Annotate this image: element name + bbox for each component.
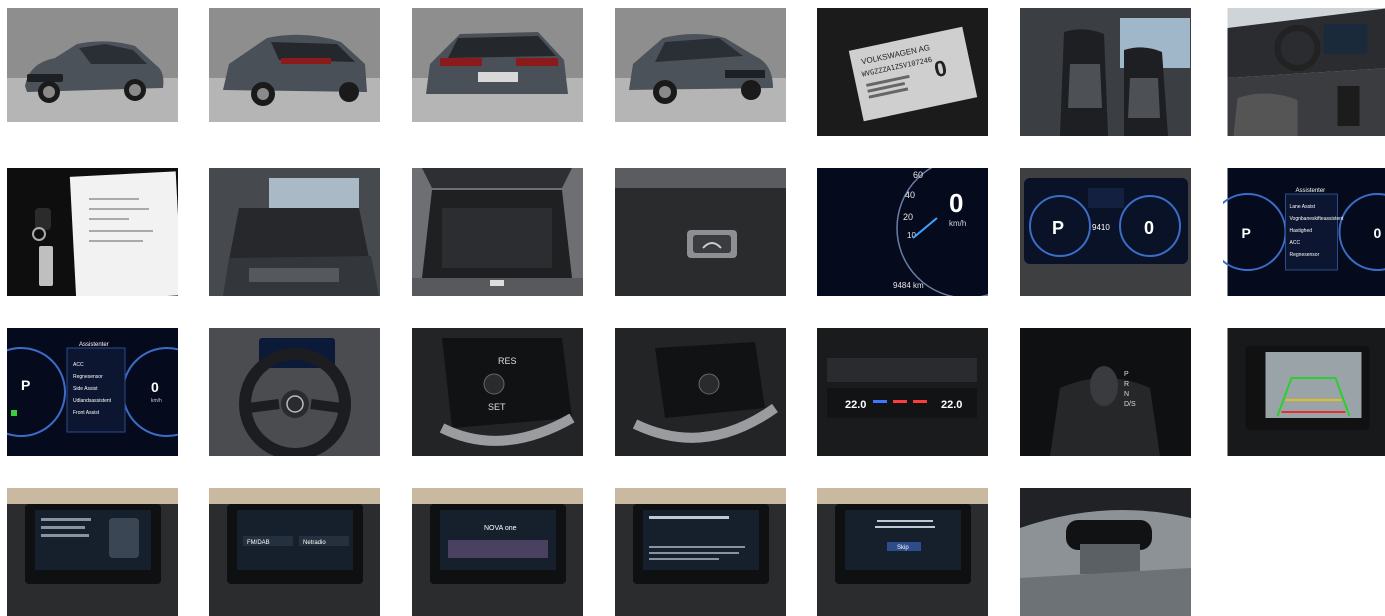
photo-trunk-button[interactable] [615,168,786,296]
photo-infotainment-app-connect[interactable] [615,488,786,616]
infotainment-navigation-image: Skip [817,488,988,616]
cluster-overview-image: P 0 9410 [1020,168,1191,296]
svg-text:Hastighed: Hastighed [1290,228,1313,234]
rear-seats-image [209,168,380,296]
cluster-assistant-menu-image: P 0 Assistenter Lane Assist Vognbaneskif… [1223,168,1385,296]
photo-reversing-camera[interactable] [1223,328,1385,456]
svg-text:9484 km: 9484 km [893,281,924,290]
svg-text:Regnesensor: Regnesensor [73,374,103,380]
svg-text:60: 60 [913,170,923,180]
infotainment-app-connect-image [615,488,786,616]
infotainment-media-image: FM/DAB Netradio [209,488,380,616]
dashboard-image [1223,8,1385,136]
svg-text:P: P [1124,371,1129,378]
car-rear-left-image [209,8,380,122]
svg-text:Skip: Skip [897,545,909,551]
svg-text:Front Assist: Front Assist [73,410,100,416]
climate-panel-image: 22.0 22.0 [817,328,988,456]
svg-text:40: 40 [905,190,915,200]
steering-right-buttons-image [615,328,786,456]
photo-infotainment-radio[interactable]: NOVA one [412,488,583,616]
photo-steering-left-buttons[interactable]: RES SET [412,328,583,456]
photo-infotainment-media[interactable]: FM/DAB Netradio [209,488,380,616]
svg-text:Vognbaneskifteassistent: Vognbaneskifteassistent [1290,216,1345,222]
steering-left-buttons-image: RES SET [412,328,583,456]
gear-shifter-image: P R N D/S [1020,328,1191,456]
svg-text:D/S: D/S [1124,401,1136,408]
photo-rear-seats[interactable] [209,168,380,296]
photo-gallery: VOLKSWAGEN AG WVGZZZA1ZSV107246 0 [0,0,1385,614]
svg-text:Regnesensor: Regnesensor [1290,252,1320,258]
reversing-camera-image [1223,328,1385,456]
photo-steering-wheel[interactable] [209,328,380,456]
photo-cluster-assistant-menu-2[interactable]: P 0 km/h Assistenter ACC Regnesensor Sid… [7,328,178,456]
keys-documents-image [7,168,178,296]
photo-dashboard[interactable] [1223,8,1385,136]
photo-cluster-overview[interactable]: P 0 9410 [1020,168,1191,296]
photo-vin-plate[interactable]: VOLKSWAGEN AG WVGZZZA1ZSV107246 0 [817,8,988,136]
photo-rear-view-mirror[interactable] [1020,488,1191,616]
svg-text:FM/DAB: FM/DAB [247,540,270,546]
photo-car-rear[interactable] [412,8,583,122]
rear-view-mirror-image [1020,488,1191,616]
svg-text:P: P [1052,218,1064,238]
svg-text:Lane Assist: Lane Assist [1290,204,1316,210]
photo-infotainment-phone[interactable] [7,488,178,616]
steering-wheel-image [209,328,380,456]
svg-text:ACC: ACC [73,362,84,368]
svg-text:0: 0 [151,379,159,395]
svg-text:Assistenter: Assistenter [1296,188,1326,194]
svg-text:Udlandsassistent: Udlandsassistent [73,398,112,404]
svg-text:22.0: 22.0 [845,399,866,411]
svg-text:ACC: ACC [1290,240,1301,246]
photo-car-front-left[interactable] [7,8,178,122]
photo-infotainment-navigation[interactable]: Skip [817,488,988,616]
svg-text:22.0: 22.0 [941,399,962,411]
svg-text:NOVA one: NOVA one [484,525,517,532]
photo-cluster-assistant-menu[interactable]: P 0 Assistenter Lane Assist Vognbaneskif… [1223,168,1385,296]
photo-gear-shifter[interactable]: P R N D/S [1020,328,1191,456]
vin-plate-image: VOLKSWAGEN AG WVGZZZA1ZSV107246 0 [817,8,988,136]
svg-text:0: 0 [949,188,963,218]
photo-climate-panel[interactable]: 22.0 22.0 [817,328,988,456]
svg-text:20: 20 [903,212,913,222]
car-front-right-image [615,8,786,122]
trunk-button-image [615,168,786,296]
photo-steering-right-buttons[interactable] [615,328,786,456]
svg-text:P: P [21,377,30,393]
svg-text:9410: 9410 [1092,223,1110,232]
svg-text:R: R [1124,381,1129,388]
svg-text:Netradio: Netradio [303,540,326,546]
open-trunk-image [412,168,583,296]
cluster-assistant-menu-2-image: P 0 km/h Assistenter ACC Regnesensor Sid… [7,328,178,456]
photo-keys-documents[interactable] [7,168,178,296]
svg-text:P: P [1242,225,1251,241]
svg-text:N: N [1124,391,1129,398]
infotainment-radio-image: NOVA one [412,488,583,616]
infotainment-phone-image [7,488,178,616]
car-rear-image [412,8,583,122]
svg-text:km/h: km/h [949,219,966,228]
svg-text:0: 0 [1374,225,1382,241]
svg-text:SET: SET [488,402,506,412]
svg-text:km/h: km/h [151,398,162,404]
front-seats-image [1020,8,1191,136]
photo-front-seats[interactable] [1020,8,1191,136]
photo-car-front-right[interactable] [615,8,786,122]
car-front-left-image [7,8,178,122]
photo-cluster-speed[interactable]: 60 40 20 10 0 km/h 9484 km [817,168,988,296]
svg-text:0: 0 [1144,218,1154,238]
svg-text:RES: RES [498,356,517,366]
photo-car-rear-left[interactable] [209,8,380,122]
photo-open-trunk[interactable] [412,168,583,296]
svg-text:Side Assist: Side Assist [73,386,98,392]
svg-text:Assistenter: Assistenter [79,342,109,348]
cluster-speed-image: 60 40 20 10 0 km/h 9484 km [817,168,988,296]
